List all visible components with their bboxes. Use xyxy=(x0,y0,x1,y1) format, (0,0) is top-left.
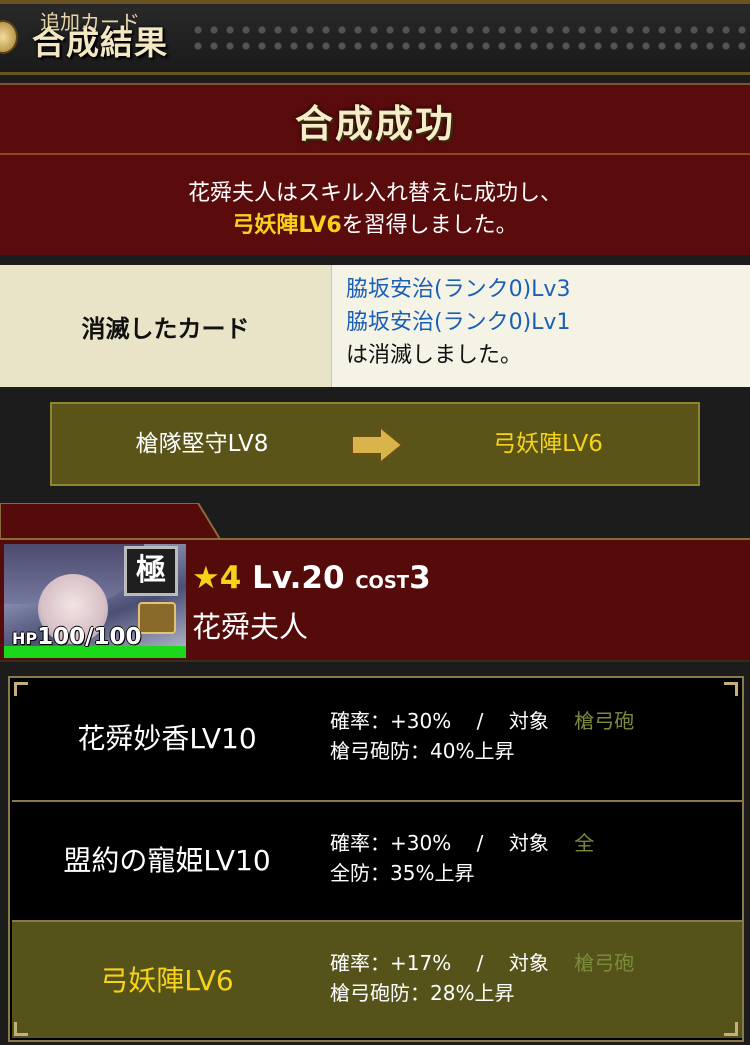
rate-label: 確率： xyxy=(330,709,390,733)
result-panel: 合成成功 花舜夫人はスキル入れ替えに成功し、 弓妖陣LV6を習得しました。 xyxy=(0,83,750,255)
card-name: 花舜夫人 xyxy=(192,610,309,644)
destroyed-card-link[interactable]: 脇坂安治(ランク0)Lv1 xyxy=(346,306,570,339)
rank-badge: 極 xyxy=(124,546,178,596)
separator: / xyxy=(476,709,484,733)
target-value: 全 xyxy=(574,831,595,855)
cost-label: COST xyxy=(355,572,410,593)
skill-row: 花舜妙香LV10 確率：+30% / 対象 槍弓砲 槍弓砲防：40%上昇 xyxy=(12,680,742,798)
frame-corner xyxy=(14,682,28,696)
hp-label: HP xyxy=(12,629,38,648)
skill-name: 花舜妙香LV10 xyxy=(77,722,257,755)
skill-description: 確率：+30% / 対象 全 全防：35%上昇 xyxy=(330,828,594,888)
result-message-line1: 花舜夫人はスキル入れ替えに成功し、 xyxy=(187,181,562,206)
frame-corner xyxy=(724,1022,738,1036)
target-label: 対象 xyxy=(508,831,549,855)
hp-readout: HP100/100 xyxy=(12,624,142,650)
rarity-star: ★4 xyxy=(192,560,242,596)
target-value: 槍弓砲 xyxy=(574,709,635,733)
separator: / xyxy=(476,951,484,975)
old-skill-name: 槍隊堅守LV8 xyxy=(135,431,269,457)
skill-name: 盟約の寵姫LV10 xyxy=(63,844,271,877)
skill-description: 確率：+30% / 対象 槍弓砲 槍弓砲防：40%上昇 xyxy=(330,706,634,766)
skill-row: 盟約の寵姫LV10 確率：+30% / 対象 全 全防：35%上昇 xyxy=(12,800,742,918)
skill-description: 確率：+17% / 対象 槍弓砲 槍弓砲防：28%上昇 xyxy=(330,948,634,1008)
frame-corner xyxy=(724,682,738,696)
destroyed-cards-label: 消滅したカード xyxy=(0,265,332,387)
result-message-suffix: を習得しました。 xyxy=(341,213,518,238)
rate-value: +30% xyxy=(390,831,452,855)
card-level: Lv.20 xyxy=(252,560,345,596)
card-stats: ★4 Lv.20 COST3 xyxy=(192,560,431,596)
learned-skill-name: 弓妖陣LV6 xyxy=(232,213,342,238)
skill-row-new: 弓妖陣LV6 確率：+17% / 対象 槍弓砲 槍弓砲防：28%上昇 xyxy=(12,920,742,1038)
skill-effect: 槍弓砲防：28%上昇 xyxy=(330,981,515,1005)
skill-effect: 全防：35%上昇 xyxy=(330,861,475,885)
rate-label: 確率： xyxy=(330,951,390,975)
hp-value: 100/100 xyxy=(37,624,142,650)
destroyed-cards-suffix: は消滅しました。 xyxy=(346,343,523,368)
target-label: 対象 xyxy=(508,709,549,733)
arrow-right-icon xyxy=(351,426,404,464)
destroyed-card-link[interactable]: 脇坂安治(ランク0)Lv3 xyxy=(346,273,570,306)
rate-value: +17% xyxy=(390,951,452,975)
result-message-line2: 弓妖陣LV6を習得しました。 xyxy=(0,207,750,239)
skill-list: 花舜妙香LV10 確率：+30% / 対象 槍弓砲 槍弓砲防：40%上昇 盟約の… xyxy=(8,676,744,1042)
result-divider xyxy=(0,153,750,155)
skill-change-box: 槍隊堅守LV8 弓妖陣LV6 xyxy=(50,402,700,486)
added-card-tab xyxy=(0,503,220,539)
header-emblem-icon xyxy=(0,20,18,54)
rate-value: +30% xyxy=(390,709,452,733)
result-title: 合成成功 xyxy=(294,102,455,146)
cost-value: 3 xyxy=(409,560,431,596)
target-value: 槍弓砲 xyxy=(574,951,635,975)
header-pattern-decoration xyxy=(190,22,750,54)
target-label: 対象 xyxy=(508,951,549,975)
added-card-tab-label: 追加カード xyxy=(40,10,140,34)
skill-name: 弓妖陣LV6 xyxy=(100,964,234,997)
destroyed-cards-panel: 消滅したカード 脇坂安治(ランク0)Lv3 脇坂安治(ランク0)Lv1 は消滅し… xyxy=(0,265,750,387)
treasure-chest-icon xyxy=(138,602,176,634)
skill-effect: 槍弓砲防：40%上昇 xyxy=(330,739,515,763)
new-skill-name: 弓妖陣LV6 xyxy=(493,431,603,457)
frame-corner xyxy=(14,1022,28,1036)
destroyed-cards-list: 脇坂安治(ランク0)Lv3 脇坂安治(ランク0)Lv1 は消滅しました。 xyxy=(346,273,570,372)
added-card-panel: 極 HP100/100 ★4 Lv.20 COST3 花舜夫人 xyxy=(0,538,750,662)
rate-label: 確率： xyxy=(330,831,390,855)
separator: / xyxy=(476,831,484,855)
